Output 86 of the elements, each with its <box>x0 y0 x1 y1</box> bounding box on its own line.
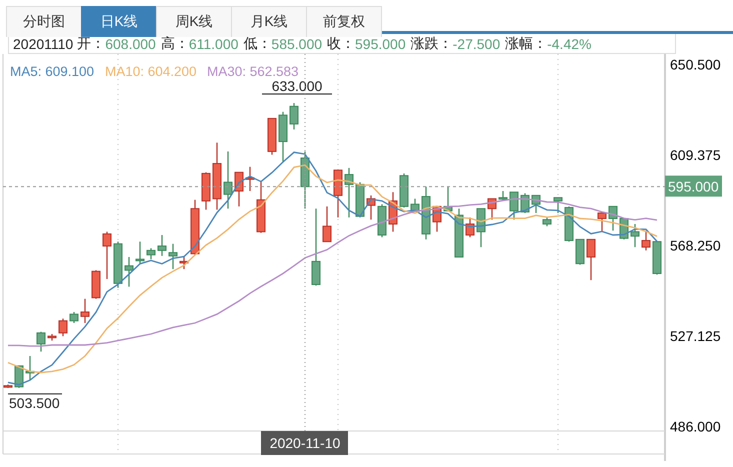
candlestick <box>224 151 232 209</box>
candlestick <box>48 334 56 341</box>
quote-value: -4.42% <box>547 36 592 52</box>
price-axis-label: 650.500 <box>670 56 721 73</box>
candlestick <box>344 168 354 218</box>
quote-label: 开： <box>77 34 106 52</box>
candlestick <box>378 204 386 238</box>
quote-label: 高： <box>160 34 189 52</box>
candlestick <box>366 195 376 220</box>
candlestick <box>564 206 574 242</box>
chart-tab[interactable]: 周K线 <box>156 6 232 37</box>
candlestick <box>58 318 68 336</box>
quote-label: 涨幅： <box>505 34 548 52</box>
candlestick <box>334 170 342 218</box>
moving-average-legend: MA10: 604.200 <box>105 64 197 79</box>
candlestick <box>630 224 640 248</box>
candlestick <box>400 173 408 208</box>
candlestick <box>300 151 310 209</box>
candlestick <box>510 192 518 220</box>
candlestick <box>652 241 662 275</box>
quote-value: 611.000 <box>188 36 238 52</box>
candlestick <box>268 118 276 155</box>
candlestick <box>70 312 78 323</box>
candlestick <box>180 256 188 270</box>
candlestick <box>466 217 474 238</box>
candlestick <box>586 238 596 280</box>
quote-label: 收： <box>327 34 356 52</box>
price-axis-label: 486.000 <box>670 418 721 434</box>
candlestick <box>498 191 508 201</box>
date-cursor-label: 2020-11-10 <box>261 431 348 455</box>
candlestick <box>290 103 298 130</box>
candlestick <box>454 208 464 258</box>
candlestick <box>542 217 552 226</box>
candlestick <box>554 197 562 214</box>
candlestick <box>92 270 100 299</box>
candlestick <box>158 235 166 256</box>
chart-tab[interactable]: 分时图 <box>6 6 82 37</box>
price-axis-label: 527.125 <box>670 328 721 344</box>
quote-value: 585.000 <box>271 36 322 52</box>
price-axis-label: 609.375 <box>670 147 721 164</box>
min-price-label: 503.500 <box>8 393 62 411</box>
candlestick <box>422 186 430 240</box>
candlestick <box>256 181 266 233</box>
candlestick <box>642 230 650 250</box>
quote-date: 20201110 <box>13 36 74 52</box>
chart-tab[interactable]: 月K线 <box>231 6 307 37</box>
quote-value: 595.000 <box>355 36 406 52</box>
candlestick <box>234 172 244 206</box>
chart-tab[interactable]: 前复权 <box>306 6 382 37</box>
candlestick <box>136 242 144 264</box>
candlestick <box>36 332 46 352</box>
candlestick <box>26 356 34 380</box>
candlestick <box>576 238 584 265</box>
candlestick <box>102 232 112 279</box>
chart-tab[interactable]: 日K线 <box>81 6 157 37</box>
candlestick <box>444 186 452 212</box>
price-cursor-label: 595.000 <box>665 176 722 197</box>
candlestick <box>356 182 364 218</box>
moving-average-legend: MA5: 609.100 <box>10 64 94 79</box>
candlestick <box>146 248 156 260</box>
candlestick <box>532 194 540 214</box>
candlestick <box>202 172 210 210</box>
candlestick <box>322 206 332 242</box>
candlestick <box>4 384 12 388</box>
candlestick <box>124 257 134 287</box>
candlestick <box>168 244 178 270</box>
candlestick <box>246 166 254 192</box>
quote-label: 低： <box>243 34 272 52</box>
candlestick <box>608 206 618 231</box>
candlestick <box>80 298 90 323</box>
candlestick <box>278 112 288 162</box>
price-axis-label: 568.250 <box>670 237 721 254</box>
candlestick <box>476 208 486 248</box>
quote-value: -27.500 <box>452 36 500 52</box>
quote-label: 涨跌： <box>410 34 453 52</box>
candlestick <box>432 206 442 232</box>
candlestick <box>410 198 420 212</box>
candlestick <box>488 198 496 220</box>
quote-value: 608.000 <box>105 36 156 52</box>
candlestick <box>388 192 398 232</box>
candlestick <box>212 142 222 210</box>
candlestick <box>190 200 200 255</box>
candlestick <box>114 242 122 288</box>
max-price-label: 633.000 <box>262 78 332 95</box>
candlestick <box>598 212 606 232</box>
moving-average-legend: MA30: 562.583 <box>207 64 299 79</box>
